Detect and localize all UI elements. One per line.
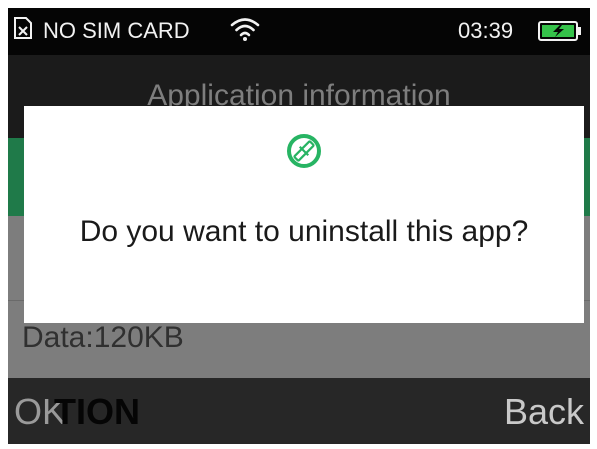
data-size-row: Data:120KB	[22, 321, 184, 354]
softkey-bar: OKTION Back	[8, 378, 590, 444]
wifi-icon	[230, 18, 260, 41]
no-sim-icon	[14, 17, 32, 39]
uninstall-app-icon	[287, 134, 321, 168]
clock: 03:39	[458, 18, 514, 43]
sim-status-text: NO SIM CARD	[43, 18, 190, 43]
battery-charging-icon	[538, 21, 581, 41]
status-bar: NO SIM CARD 03:39	[8, 8, 590, 55]
back-softkey[interactable]: Back	[504, 392, 584, 432]
dialog-message: Do you want to uninstall this app?	[79, 215, 529, 248]
underlying-softkey-text: TION	[54, 391, 141, 432]
uninstall-dialog: Do you want to uninstall this app?	[24, 106, 584, 323]
phone-screen: NO SIM CARD 03:39 Application informatio…	[8, 8, 590, 444]
ok-softkey[interactable]: OKTION	[14, 392, 140, 432]
